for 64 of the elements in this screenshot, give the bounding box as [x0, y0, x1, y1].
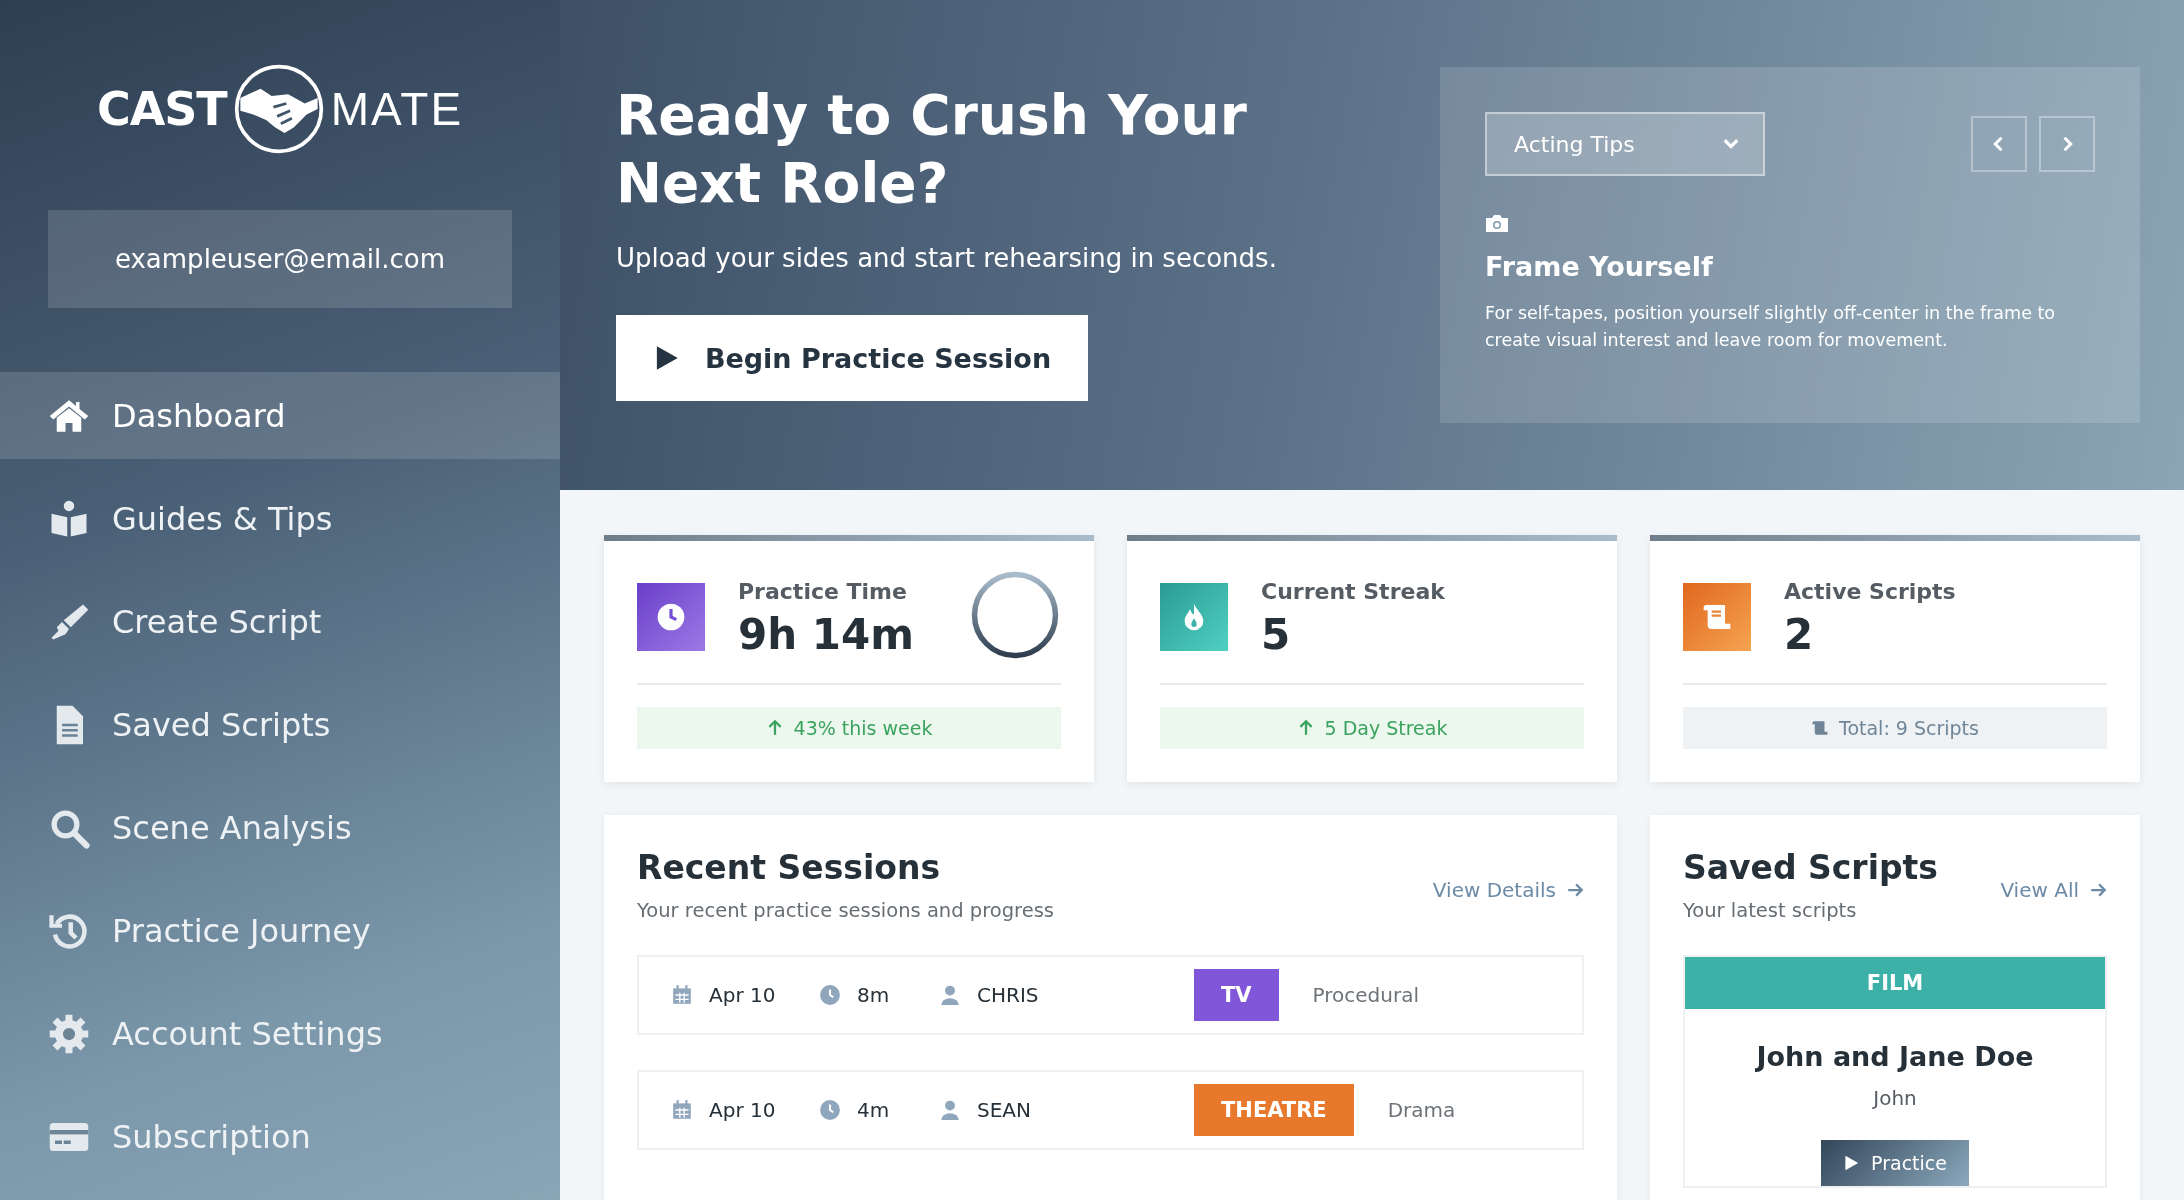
- tip-text: For self-tapes, position yourself slightly off-center in the frame to create visual interest and leave room for movement.: [1485, 302, 2057, 352]
- practice-button[interactable]: Practice: [1821, 1140, 1969, 1186]
- logo-text: CAST: [96, 82, 227, 136]
- character-name: SEAN: [977, 1098, 1031, 1122]
- nav-item[interactable]: Create Script: [0, 578, 560, 665]
- scroll-icon: [1811, 719, 1829, 737]
- clock-icon: [819, 1099, 841, 1121]
- stat-value: 5: [1261, 610, 1292, 659]
- calendar-icon: [671, 984, 693, 1006]
- script-title: John and Jane Doe: [1756, 1041, 2034, 1072]
- genre-tag: TV: [1194, 969, 1279, 1021]
- stat-value: 9h 14m: [738, 610, 915, 659]
- logo-text: MATE: [330, 82, 464, 136]
- previous-button[interactable]: [1971, 116, 2027, 172]
- arrow-right-icon: [2089, 881, 2107, 899]
- stat-note: 43% this week: [637, 707, 1061, 749]
- session-date: Apr 10: [709, 1098, 776, 1122]
- hero-subtitle: Upload your sides and start rehearsing in seconds.: [616, 243, 1277, 273]
- view-details-link[interactable]: View Details: [1432, 878, 1584, 902]
- section-title: Saved Scripts: [1683, 848, 1938, 887]
- section-subtitle: Your recent practice sessions and progress: [637, 899, 1054, 922]
- session-row[interactable]: Apr 10 4m SEAN THEATRE Drama: [637, 1070, 1584, 1150]
- nav-item[interactable]: Dashboard: [0, 372, 560, 459]
- session-date: Apr 10: [709, 983, 776, 1007]
- stat-label: Active Scripts: [1784, 579, 1957, 604]
- genre-tag: THEATRE: [1194, 1084, 1354, 1136]
- arrow-right-icon: [1566, 881, 1584, 899]
- session-row[interactable]: Apr 10 8m CHRIS TV Procedural: [637, 955, 1584, 1035]
- stat-note: Total: 9 Scripts: [1683, 707, 2107, 749]
- camera-icon: [1485, 213, 1509, 233]
- script-category: FILM: [1685, 957, 2105, 1009]
- script-role: John: [1873, 1086, 1917, 1110]
- tip-title: Frame Yourself: [1485, 251, 1714, 282]
- next-button[interactable]: [2039, 116, 2095, 172]
- session-genre: Procedural: [1312, 983, 1419, 1007]
- session-genre: Drama: [1387, 1098, 1456, 1122]
- handshake-logo-icon: [232, 63, 325, 155]
- nav-item[interactable]: Practice Journey: [0, 887, 560, 974]
- view-all-link[interactable]: View All: [2000, 878, 2107, 902]
- category-dropdown[interactable]: Acting Tips: [1485, 112, 1765, 176]
- session-duration: 8m: [857, 983, 890, 1007]
- settings-icon: [48, 1012, 90, 1055]
- nav-item[interactable]: Saved Scripts: [0, 681, 560, 768]
- stat-label: Current Streak: [1261, 579, 1446, 604]
- begin-practice-button[interactable]: Begin Practice Session: [616, 315, 1088, 401]
- clock-icon: [819, 984, 841, 1006]
- stat-note: 5 Day Streak: [1160, 707, 1584, 749]
- nav-item[interactable]: Guides & Tips: [0, 475, 560, 562]
- nav-item[interactable]: Account Settings: [0, 990, 560, 1077]
- session-duration: 4m: [857, 1098, 890, 1122]
- character-name: CHRIS: [977, 983, 1039, 1007]
- calendar-icon: [671, 1099, 693, 1121]
- person-icon: [939, 1099, 961, 1121]
- nav-item[interactable]: Scene Analysis: [0, 784, 560, 871]
- user-email: exampleuser@email.com: [48, 210, 512, 308]
- clock-icon: [655, 601, 687, 633]
- hero-title: Ready to Crush Your Next Role?: [616, 82, 1248, 217]
- stat-label: Practice Time: [738, 579, 908, 604]
- section-title: Recent Sessions: [637, 848, 942, 887]
- section-subtitle: Your latest scripts: [1683, 899, 1858, 922]
- person-icon: [939, 984, 961, 1006]
- play-icon: [1843, 1155, 1860, 1171]
- stat-value: 2: [1784, 610, 1815, 659]
- nav-item[interactable]: Subscription: [0, 1093, 560, 1180]
